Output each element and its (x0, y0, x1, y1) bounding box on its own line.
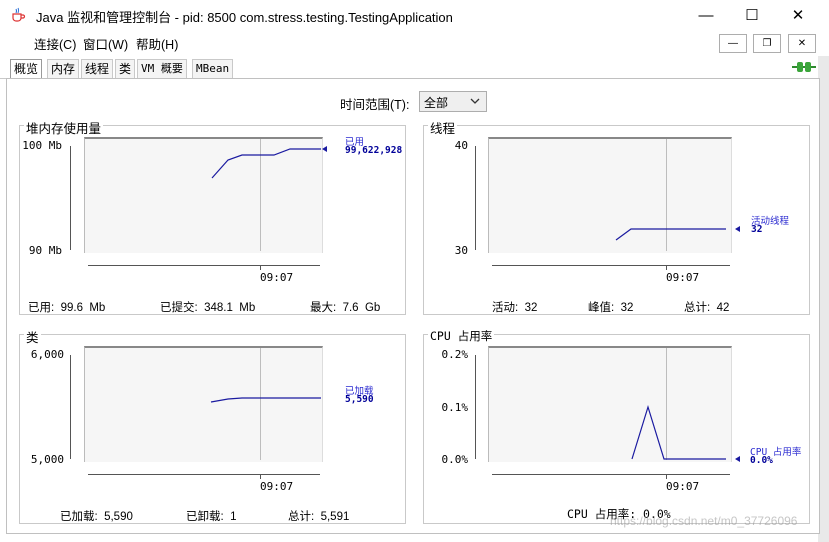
heap-x-axis (88, 265, 320, 266)
threads-stat-total: 总计: 42 (684, 302, 730, 314)
minimize-button[interactable]: — (683, 0, 729, 30)
heap-memory-title: 堆内存使用量 (24, 118, 104, 137)
tab-mbean[interactable]: MBean (192, 59, 234, 78)
menu-connection[interactable]: 连接(C) (34, 34, 76, 53)
time-range-value: 全部 (424, 96, 449, 110)
threads-y-tick-top: 40 (454, 139, 468, 152)
threads-y-tick-bottom: 30 (454, 244, 468, 257)
time-range-label: 时间范围(T): (340, 98, 410, 112)
classes-y-tick-top: 6,000 (30, 348, 64, 361)
heap-stat-max: 最大: 7.6 Gb (310, 302, 381, 314)
cpu-y-tick-bottom: 0.0% (441, 453, 469, 466)
java-cup-icon (12, 7, 26, 22)
classes-x-axis (88, 474, 320, 475)
watermark: https://blog.csdn.net/m0_37726096 (610, 514, 798, 528)
heap-legend-value: 99,622,928 (345, 145, 403, 156)
cpu-y-tick-mid: 0.1% (441, 401, 469, 414)
tab-threads[interactable]: 线程 (81, 59, 114, 78)
classes-loaded-line (210, 397, 321, 403)
heap-stat-used: 已用: 99.6 Mb (28, 302, 106, 314)
classes-y-tick-bottom: 5,000 (30, 453, 64, 466)
classes-stat-loaded: 已加载: 5,590 (60, 511, 133, 523)
classes-stat-unloaded: 已卸载: 1 (186, 511, 237, 523)
heap-used-line (211, 146, 327, 179)
classes-x-tickmark (260, 474, 261, 479)
heap-stat-committed: 已提交: 348.1 Mb (160, 302, 256, 314)
classes-x-tick: 09:07 (260, 480, 294, 493)
cpu-y-axis (475, 355, 476, 459)
tab-memory[interactable]: 内存 (47, 59, 80, 78)
threads-y-axis (475, 146, 476, 250)
threads-x-axis (492, 265, 730, 266)
tab-classes[interactable]: 类 (115, 59, 136, 78)
heap-y-axis (70, 146, 71, 250)
cpu-title: CPU 占用率 (428, 328, 495, 344)
menu-help[interactable]: 帮助(H) (136, 34, 178, 53)
cpu-usage-line (631, 404, 740, 462)
threads-stat-peak: 峰值: 32 (588, 302, 634, 314)
cpu-x-axis (492, 474, 730, 475)
window-title: Java 监视和管理控制台 - pid: 8500 com.stress.tes… (36, 10, 453, 25)
cpu-x-tickmark (666, 474, 667, 479)
heap-x-tick: 09:07 (260, 271, 294, 284)
cpu-x-tick: 09:07 (666, 480, 700, 493)
classes-stat-total: 总计: 5,591 (288, 511, 350, 523)
inner-restore-button[interactable]: ❐ (753, 34, 781, 53)
classes-title: 类 (24, 327, 41, 346)
tab-overview[interactable]: 概览 (10, 59, 43, 79)
cpu-legend-value: 0.0% (750, 455, 773, 466)
connection-plug-icon[interactable] (792, 60, 816, 74)
threads-live-line (615, 226, 740, 241)
threads-legend-value: 32 (751, 224, 763, 235)
heap-x-tickmark (260, 265, 261, 270)
chevron-down-icon (470, 98, 480, 104)
threads-stat-live: 活动: 32 (492, 302, 538, 314)
inner-close-button[interactable]: ✕ (788, 34, 816, 53)
inner-minimize-button[interactable]: — (719, 34, 747, 53)
threads-title: 线程 (428, 118, 458, 137)
menu-window[interactable]: 窗口(W) (83, 34, 128, 53)
heap-y-tick-bottom: 90 Mb (28, 244, 62, 257)
cpu-y-tick-top: 0.2% (441, 348, 469, 361)
close-button[interactable]: ✕ (775, 0, 821, 30)
heap-y-tick-top: 100 Mb (22, 139, 62, 152)
maximize-button[interactable]: ☐ (729, 0, 775, 30)
threads-x-tickmark (666, 265, 667, 270)
threads-x-tick: 09:07 (666, 271, 700, 284)
classes-y-axis (70, 355, 71, 459)
tab-vm-summary[interactable]: VM 概要 (137, 59, 187, 78)
time-range-select[interactable]: 全部 (419, 91, 487, 112)
classes-legend-value: 5,590 (345, 394, 374, 405)
